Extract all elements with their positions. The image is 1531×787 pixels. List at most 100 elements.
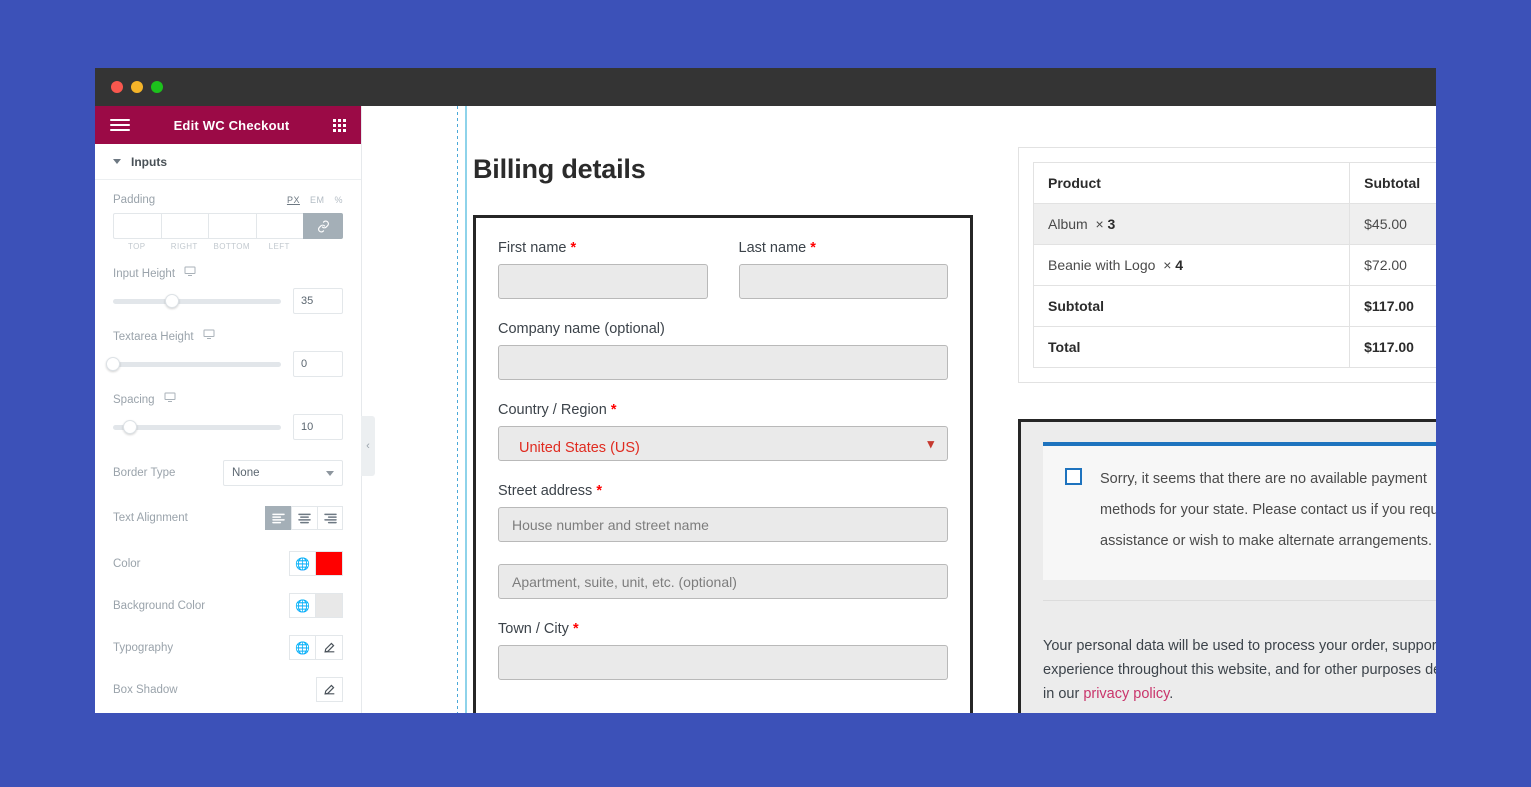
table-row-subtotal: Subtotal $117.00	[1032, 285, 1436, 327]
section-header-inputs[interactable]: Inputs	[95, 144, 361, 180]
pencil-icon[interactable]	[316, 677, 343, 702]
input-height-text: Input Height	[113, 268, 176, 280]
required-mark: *	[570, 240, 577, 256]
color-controls: 🌐	[289, 551, 343, 576]
field-first-name: First name *	[498, 240, 708, 299]
first-name-label-text: First name	[498, 240, 567, 256]
spacing-value[interactable]: 10	[293, 414, 343, 440]
border-type-select[interactable]: None	[223, 460, 343, 486]
textarea-height-slider[interactable]	[106, 357, 281, 371]
link-icon[interactable]	[303, 213, 343, 239]
control-typography: Typography 🌐	[95, 635, 361, 660]
editor-panel-title: Edit WC Checkout	[173, 117, 290, 133]
table-row-total: Total $117.00	[1032, 326, 1436, 368]
desktop-icon[interactable]	[164, 392, 176, 406]
padding-left-label: LEFT	[268, 242, 290, 251]
cell-subtotal: $72.00	[1349, 244, 1436, 286]
chevron-down-icon	[326, 470, 334, 476]
slider-thumb[interactable]	[164, 294, 179, 308]
value-total: $117.00	[1349, 326, 1436, 368]
align-left-button[interactable]	[265, 506, 291, 530]
globe-icon[interactable]: 🌐	[289, 593, 316, 618]
control-background-color: Background Color 🌐	[95, 593, 361, 618]
payment-notice-text: Sorry, it seems that there are no availa…	[1100, 471, 1436, 550]
align-right-button[interactable]	[317, 506, 343, 530]
window-minimize-button[interactable]	[131, 81, 143, 93]
cell-product-name: Beanie with Logo × 4	[1032, 244, 1351, 286]
typography-controls: 🌐	[289, 635, 343, 660]
slider-thumb[interactable]	[122, 420, 137, 434]
unit-percent[interactable]: %	[334, 195, 343, 205]
privacy-policy-link[interactable]: privacy policy	[1083, 686, 1169, 702]
control-text-alignment: Text Alignment	[95, 506, 361, 530]
input-height-value[interactable]: 35	[293, 288, 343, 314]
window-close-button[interactable]	[111, 81, 123, 93]
unit-em[interactable]: EM	[310, 195, 325, 205]
control-box-shadow: Box Shadow	[95, 677, 361, 702]
spacing-slider[interactable]	[113, 420, 281, 434]
town-city-label-text: Town / City	[498, 621, 569, 637]
last-name-input[interactable]	[738, 264, 948, 299]
padding-top-input[interactable]	[113, 213, 161, 239]
company-name-label: Company name (optional)	[498, 321, 665, 337]
slider-thumb[interactable]	[106, 357, 120, 371]
chevron-down-icon: ▾	[927, 435, 934, 451]
street-address-input[interactable]: House number and street name	[498, 507, 948, 542]
order-review-card: Product Subtotal Album × 3 $45.00 Beanie…	[1018, 147, 1436, 383]
panel-collapse-handle[interactable]: ‹	[361, 416, 375, 476]
padding-bottom-input[interactable]	[208, 213, 256, 239]
town-city-input[interactable]	[498, 645, 948, 680]
control-textarea-height: Textarea Height 0	[95, 328, 361, 377]
required-mark: *	[572, 621, 579, 637]
desktop-icon[interactable]	[203, 329, 215, 343]
control-padding: Padding PX EM % TOP RIGHT BOTTOM LEFT	[95, 194, 361, 251]
unit-px[interactable]: PX	[287, 195, 300, 205]
table-row: Beanie with Logo × 4 $72.00	[1032, 244, 1436, 286]
align-center-button[interactable]	[291, 506, 317, 530]
first-name-input[interactable]	[498, 264, 708, 299]
billing-form: First name * Last name * Company name (o…	[473, 215, 973, 713]
input-height-slider[interactable]	[113, 294, 281, 308]
required-mark: *	[610, 402, 617, 418]
globe-icon[interactable]: 🌐	[289, 551, 316, 576]
color-label: Color	[113, 557, 141, 570]
desktop-icon[interactable]	[184, 266, 196, 280]
preview-canvas: Billing details First name * Last name *…	[362, 106, 1436, 713]
spacing-label: Spacing	[113, 391, 176, 406]
color-swatch[interactable]	[316, 551, 343, 576]
product-qty: 3	[1107, 216, 1116, 232]
table-row: Album × 3 $45.00	[1032, 203, 1436, 245]
header-subtotal: Subtotal	[1349, 162, 1436, 204]
window-maximize-button[interactable]	[151, 81, 163, 93]
privacy-policy-text: Your personal data will be used to proce…	[1043, 635, 1436, 707]
country-select[interactable]: United States (US) ▾	[498, 426, 948, 461]
checkbox-icon[interactable]	[1065, 468, 1082, 485]
padding-right-input[interactable]	[160, 213, 208, 239]
billing-column: Billing details First name * Last name *…	[473, 106, 973, 713]
pencil-icon[interactable]	[316, 635, 343, 660]
name-row: First name * Last name *	[498, 240, 948, 299]
textarea-height-value[interactable]: 0	[293, 351, 343, 377]
country-label: Country / Region *	[498, 402, 948, 418]
last-name-label: Last name *	[739, 240, 949, 256]
company-name-input[interactable]	[498, 345, 948, 380]
section-label: Inputs	[131, 154, 167, 169]
guide-dashed-left	[457, 106, 458, 713]
chevron-down-icon	[113, 159, 121, 164]
control-border-type: Border Type None	[95, 460, 361, 486]
text-alignment-group	[265, 506, 343, 530]
qty-separator: ×	[1095, 216, 1104, 232]
globe-icon[interactable]: 🌐	[289, 635, 316, 660]
background-color-swatch[interactable]	[316, 593, 343, 618]
field-town-city: Town / City *	[498, 621, 948, 680]
padding-left-input[interactable]	[255, 213, 303, 239]
grid-apps-icon[interactable]	[333, 118, 346, 132]
control-color: Color 🌐	[95, 551, 361, 576]
window-body: Edit WC Checkout Inputs Padding PX EM %	[95, 106, 1436, 713]
table-header-row: Product Subtotal	[1032, 162, 1436, 204]
required-mark: *	[810, 240, 816, 256]
address-line-2-input[interactable]: Apartment, suite, unit, etc. (optional)	[498, 564, 948, 599]
cell-subtotal: $45.00	[1349, 203, 1436, 245]
hamburger-icon[interactable]	[110, 119, 130, 131]
qty-separator: ×	[1163, 257, 1172, 273]
